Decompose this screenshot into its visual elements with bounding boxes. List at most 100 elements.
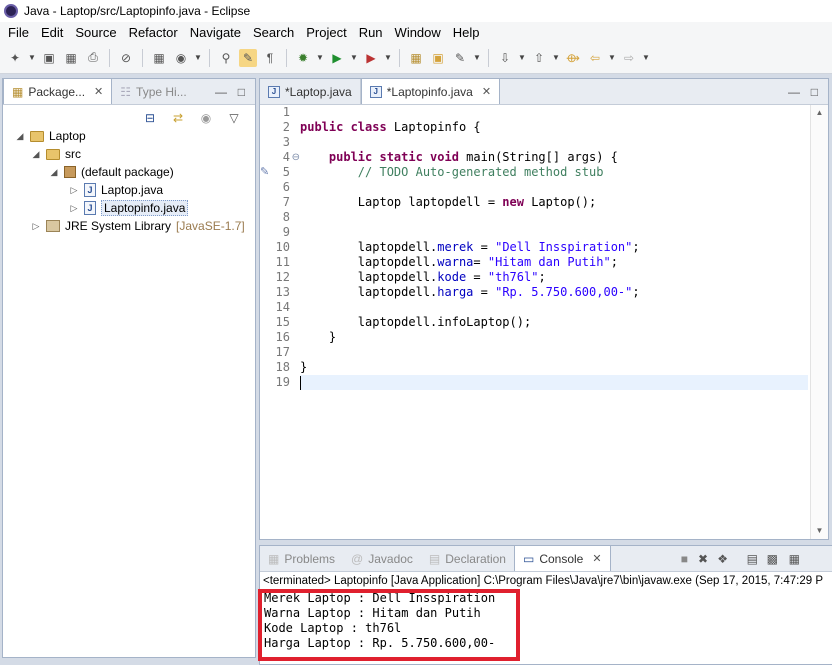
tab-javadoc[interactable]: @ Javadoc <box>343 546 421 571</box>
remove-all-terminated-icon[interactable]: ❖ <box>717 552 728 566</box>
menu-refactor[interactable]: Refactor <box>123 25 184 40</box>
code-line-2: public class Laptopinfo { <box>300 120 481 135</box>
save-all-icon[interactable]: ▦ <box>62 49 80 67</box>
menu-window[interactable]: Window <box>389 25 447 40</box>
expanded-arrow-icon[interactable]: ◢ <box>31 149 41 160</box>
tree-item-default-package[interactable]: ◢ (default package) <box>49 163 174 181</box>
mark-occurrences-icon[interactable]: ✎ <box>239 48 257 67</box>
menu-search[interactable]: Search <box>247 25 300 40</box>
fold-collapse-icon[interactable]: ⊖ <box>292 150 300 165</box>
menu-edit[interactable]: Edit <box>35 25 69 40</box>
new-class-icon[interactable]: ✎ <box>451 49 469 67</box>
open-type-dropdown-icon[interactable]: ▼ <box>194 53 202 62</box>
maximize-icon[interactable]: □ <box>238 85 245 99</box>
run-icon[interactable]: ▶ <box>328 49 346 67</box>
tab-problems[interactable]: ▦ Problems <box>260 546 343 571</box>
skip-breakpoints-icon[interactable]: ⊘ <box>117 49 135 67</box>
run-dropdown-icon[interactable]: ▼ <box>350 53 358 62</box>
tree-item-laptopinfo-java[interactable]: ▷ J Laptopinfo.java <box>69 199 189 217</box>
close-icon[interactable]: ✕ <box>94 85 103 98</box>
pin-console-icon[interactable]: ▦ <box>789 552 800 566</box>
line-number: 16 <box>275 330 290 344</box>
next-annotation-dropdown-icon[interactable]: ▼ <box>518 53 526 62</box>
external-tools-icon[interactable]: ▶ <box>362 49 380 67</box>
line-number: 17 <box>275 345 290 359</box>
menu-run[interactable]: Run <box>353 25 389 40</box>
terminate-icon[interactable]: ■ <box>681 552 688 566</box>
expanded-arrow-icon[interactable]: ◢ <box>49 167 59 178</box>
new-package-icon[interactable]: ▦ <box>407 49 425 67</box>
window-title: Java - Laptop/src/Laptopinfo.java - Ecli… <box>24 4 251 18</box>
back-dropdown-icon[interactable]: ▼ <box>608 53 616 62</box>
collapse-all-icon[interactable]: ⊟ <box>141 109 159 127</box>
remove-launch-icon[interactable]: ✖ <box>698 552 708 566</box>
editor-vertical-scrollbar[interactable]: ▲ ▼ <box>810 105 828 539</box>
open-folder-icon[interactable]: ▣ <box>429 49 447 67</box>
scroll-up-icon[interactable]: ▲ <box>811 105 828 121</box>
minimize-icon[interactable]: — <box>215 85 227 99</box>
open-type-icon[interactable]: ◉ <box>172 49 190 67</box>
collapsed-arrow-icon[interactable]: ▷ <box>69 203 79 214</box>
collapsed-arrow-icon[interactable]: ▷ <box>69 185 79 196</box>
forward-dropdown-icon[interactable]: ▼ <box>642 53 650 62</box>
tree-item-jre-library[interactable]: ▷ JRE System Library [JavaSE-1.7] <box>31 217 245 235</box>
forward-icon[interactable]: ⇨ <box>620 49 638 67</box>
code-line-5-comment: // TODO Auto-generated method stub <box>300 165 604 179</box>
line-number: 11 <box>275 255 290 269</box>
tab-laptop-java[interactable]: J *Laptop.java <box>260 79 361 104</box>
tab-type-hierarchy[interactable]: ☷ Type Hi... <box>112 79 194 104</box>
menu-help[interactable]: Help <box>447 25 486 40</box>
package-explorer-panel: ▦ Package... ✕ ☷ Type Hi... — □ ⊟ ⇄ ◉ ▽ … <box>2 78 256 658</box>
tab-console[interactable]: ▭ Console ✕ <box>513 545 611 571</box>
close-icon[interactable]: ✕ <box>482 85 491 98</box>
new-java-project-icon[interactable]: ▦ <box>150 49 168 67</box>
task-marker-icon[interactable]: ✎ <box>260 165 269 180</box>
menu-navigate[interactable]: Navigate <box>184 25 247 40</box>
tab-laptopinfo-java[interactable]: J *Laptopinfo.java ✕ <box>360 78 501 104</box>
new-icon[interactable]: ✦ <box>6 49 24 67</box>
code-area[interactable]: public class Laptopinfo { public static … <box>300 105 808 539</box>
previous-annotation-dropdown-icon[interactable]: ▼ <box>552 53 560 62</box>
console-icon: ▭ <box>522 551 535 566</box>
word-wrap-icon[interactable]: ▩ <box>767 552 778 566</box>
minimize-icon[interactable]: — <box>788 85 800 99</box>
field-name: warna <box>437 255 474 269</box>
focus-task-icon[interactable]: ◉ <box>197 109 215 127</box>
maximize-icon[interactable]: □ <box>811 85 818 99</box>
new-class-dropdown-icon[interactable]: ▼ <box>473 53 481 62</box>
tree-item-src[interactable]: ◢ src <box>31 145 81 163</box>
tab-package-explorer[interactable]: ▦ Package... ✕ <box>3 78 113 104</box>
link-with-editor-icon[interactable]: ⇄ <box>169 109 187 127</box>
debug-dropdown-icon[interactable]: ▼ <box>316 53 324 62</box>
next-annotation-icon[interactable]: ⇩ <box>496 49 514 67</box>
menu-bar: File Edit Source Refactor Navigate Searc… <box>0 22 832 42</box>
collapsed-arrow-icon[interactable]: ▷ <box>31 221 41 232</box>
debug-icon[interactable]: ✹ <box>294 49 312 67</box>
menu-file[interactable]: File <box>2 25 35 40</box>
show-whitespace-icon[interactable]: ¶ <box>261 49 279 67</box>
scroll-down-icon[interactable]: ▼ <box>811 523 828 539</box>
save-icon[interactable]: ▣ <box>40 49 58 67</box>
line-number: 3 <box>282 135 290 149</box>
previous-annotation-icon[interactable]: ⇧ <box>530 49 548 67</box>
scroll-lock-icon[interactable]: ▤ <box>747 552 758 566</box>
tree-item-laptop-java[interactable]: ▷ J Laptop.java <box>69 181 163 199</box>
view-menu-icon[interactable]: ▽ <box>225 109 243 127</box>
toolbar-separator <box>142 48 143 67</box>
code-text: ; <box>632 240 640 254</box>
print-icon[interactable]: ⎙ <box>84 49 102 67</box>
new-dropdown-icon[interactable]: ▼ <box>28 53 36 62</box>
last-edit-location-icon[interactable]: ⟴ <box>564 49 582 67</box>
tab-declaration[interactable]: ▤ Declaration <box>421 546 514 571</box>
back-icon[interactable]: ⇦ <box>586 49 604 67</box>
menu-project[interactable]: Project <box>300 25 352 40</box>
line-number: 12 <box>275 270 290 284</box>
tree-item-project[interactable]: ◢ Laptop <box>15 127 86 145</box>
keyword: new <box>502 195 524 209</box>
menu-source[interactable]: Source <box>69 25 122 40</box>
search-icon[interactable]: ⚲ <box>217 49 235 67</box>
external-tools-dropdown-icon[interactable]: ▼ <box>384 53 392 62</box>
expanded-arrow-icon[interactable]: ◢ <box>15 131 25 142</box>
close-icon[interactable]: ✕ <box>592 552 601 565</box>
line-number: 7 <box>282 195 290 209</box>
